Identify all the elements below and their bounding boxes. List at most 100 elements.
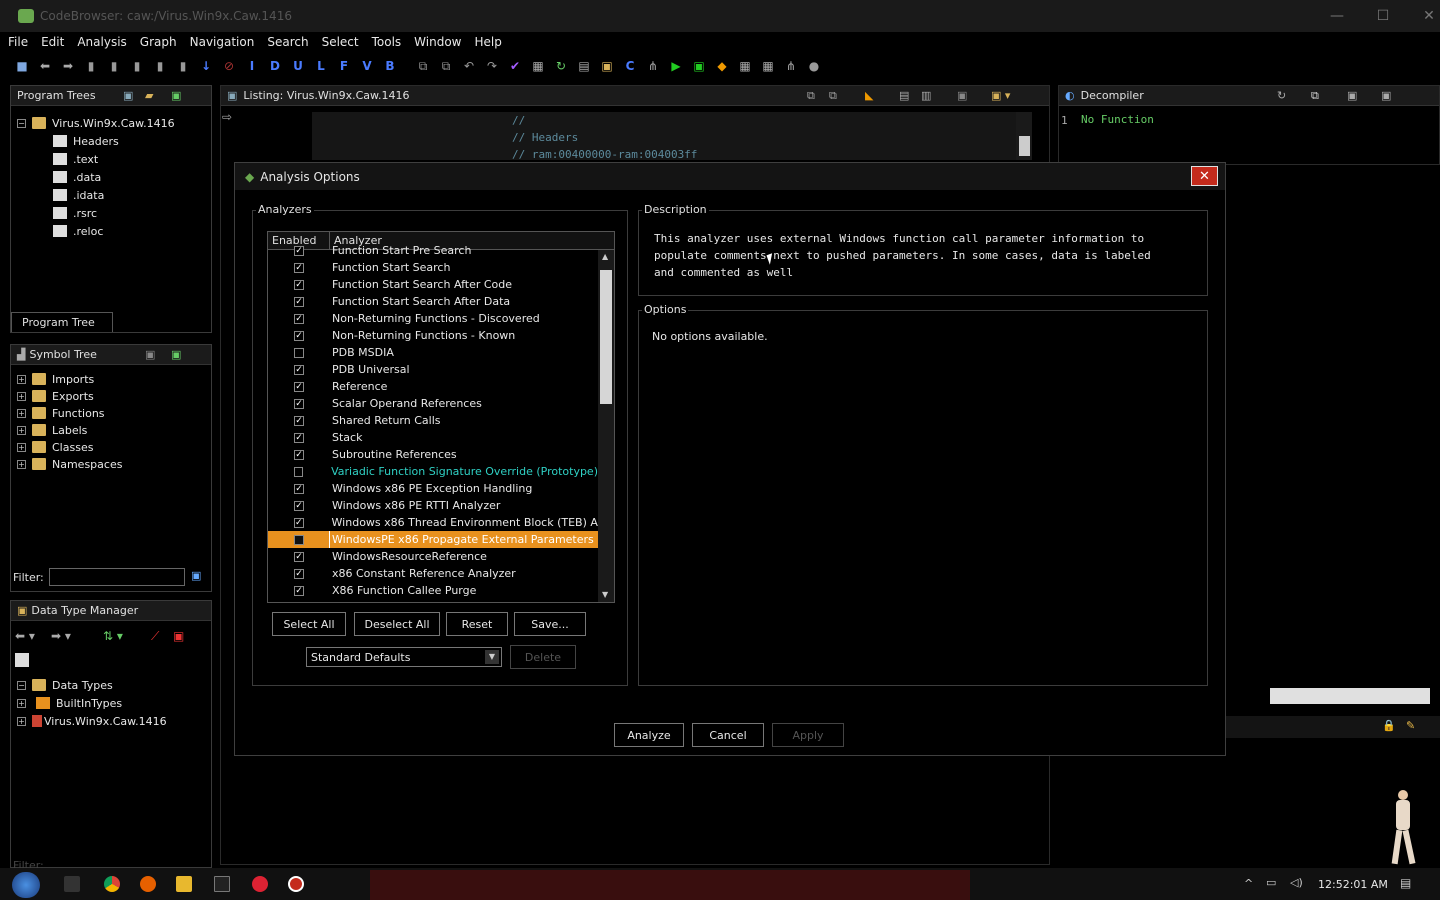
toolbar-f-icon[interactable]: F bbox=[336, 58, 352, 74]
analyzer-enabled-checkbox[interactable] bbox=[294, 347, 304, 358]
analyzer-enabled-checkbox[interactable]: ✓ bbox=[294, 398, 304, 409]
analyzer-enabled-checkbox[interactable] bbox=[294, 466, 304, 477]
forward-icon[interactable]: ➡ bbox=[60, 58, 76, 74]
analyzer-enabled-checkbox[interactable]: ✓ bbox=[294, 381, 304, 392]
analyzer-row[interactable]: ✓ Function Start Search After Code bbox=[268, 276, 598, 293]
analyzer-enabled-checkbox[interactable]: ✓ bbox=[294, 415, 304, 426]
chrome-icon[interactable] bbox=[104, 876, 120, 892]
profile-select[interactable]: Standard Defaults ▼ bbox=[306, 647, 502, 667]
menu-help[interactable]: Help bbox=[475, 35, 502, 49]
toolbar-b-icon[interactable]: B bbox=[382, 58, 398, 74]
copy-icon[interactable]: ⧉ bbox=[415, 58, 431, 74]
dtm-forward-icon[interactable]: ➡ ▾ bbox=[51, 629, 71, 643]
filter-clear-icon[interactable]: ▣ bbox=[191, 569, 201, 582]
menu-navigation[interactable]: Navigation bbox=[190, 35, 255, 49]
tool-icon-9[interactable]: ▦ bbox=[737, 58, 753, 74]
firefox-icon[interactable] bbox=[140, 876, 156, 892]
dtm-back-icon[interactable]: ⬅ ▾ bbox=[15, 629, 35, 643]
analyzer-row[interactable]: ✓ Windows x86 Thread Environment Block (T… bbox=[268, 514, 614, 531]
tool-icon-11[interactable]: ⋔ bbox=[783, 58, 799, 74]
listing-diff-icon[interactable]: ▥ bbox=[921, 89, 931, 102]
analyzer-enabled-checkbox[interactable]: ✓ bbox=[294, 279, 304, 290]
tool-icon-2[interactable]: ↻ bbox=[553, 58, 569, 74]
tool-icon-6[interactable]: ⋔ bbox=[645, 58, 661, 74]
tool-icon-7[interactable]: ▣ bbox=[691, 58, 707, 74]
save-icon[interactable]: ■ bbox=[14, 58, 30, 74]
expand-icon[interactable]: + bbox=[17, 391, 26, 401]
network-icon[interactable]: ▭ bbox=[1266, 876, 1276, 889]
minimize-icon[interactable]: — bbox=[1314, 0, 1360, 32]
decompiler-snapshot-icon[interactable]: ▣ bbox=[1381, 89, 1391, 102]
tool-icon-4[interactable]: ▣ bbox=[599, 58, 615, 74]
dtm-collapse-icon[interactable] bbox=[15, 653, 29, 667]
analyzer-row[interactable]: ✓ PDB Universal bbox=[268, 361, 598, 378]
symbol-functions[interactable]: + Functions bbox=[17, 404, 105, 422]
listing-snapshot-icon[interactable]: ▣ bbox=[957, 89, 967, 102]
analyzer-enabled-checkbox[interactable]: ✓ bbox=[294, 568, 304, 579]
symbol-import-icon[interactable]: ▣ bbox=[145, 348, 155, 361]
close-icon[interactable]: ✕ bbox=[1406, 0, 1440, 32]
analyzer-enabled-checkbox[interactable] bbox=[294, 534, 304, 545]
notifications-icon[interactable]: ▤ bbox=[1400, 876, 1411, 890]
scroll-down-icon[interactable]: ▼ bbox=[602, 590, 608, 599]
check-icon[interactable]: ✔ bbox=[507, 58, 523, 74]
analyzer-enabled-checkbox[interactable]: ✓ bbox=[294, 585, 304, 596]
redo-icon[interactable]: ↷ bbox=[484, 58, 500, 74]
nav-icon-3[interactable]: ▮ bbox=[129, 58, 145, 74]
delete-button[interactable]: Delete bbox=[510, 645, 576, 669]
menu-search[interactable]: Search bbox=[267, 35, 308, 49]
analyzer-enabled-checkbox[interactable]: ✓ bbox=[294, 245, 304, 256]
analyzer-enabled-checkbox[interactable]: ✓ bbox=[294, 330, 304, 341]
analyzer-enabled-checkbox[interactable]: ✓ bbox=[294, 296, 304, 307]
clock[interactable]: 12:52:01 AM bbox=[1318, 878, 1388, 891]
menu-tools[interactable]: Tools bbox=[372, 35, 402, 49]
menu-file[interactable]: File bbox=[8, 35, 28, 49]
analyzers-table[interactable]: Enabled Analyzer ✓ Function Start Pre Sea… bbox=[267, 231, 615, 603]
listing-cursor-icon[interactable]: ◣ bbox=[865, 89, 873, 102]
save-button[interactable]: Save... bbox=[514, 612, 586, 636]
dtm-builtin[interactable]: + BuiltInTypes bbox=[17, 694, 122, 712]
toolbar-i-icon[interactable]: I bbox=[244, 58, 260, 74]
tree-item-text[interactable]: .text bbox=[53, 150, 98, 168]
symbol-labels[interactable]: + Labels bbox=[17, 421, 87, 439]
dtm-sort-icon[interactable]: ⇅ ▾ bbox=[103, 629, 123, 643]
select-all-button[interactable]: Select All bbox=[272, 612, 346, 636]
toolbar-d-icon[interactable]: D bbox=[267, 58, 283, 74]
task-view-icon[interactable] bbox=[64, 876, 80, 892]
tray-chevron-icon[interactable]: ^ bbox=[1244, 877, 1253, 890]
decompiler-copy-icon[interactable]: ⧉ bbox=[1311, 89, 1319, 103]
analyzer-row[interactable]: ✓ Shared Return Calls bbox=[268, 412, 598, 429]
open-folder-icon[interactable]: ▰ bbox=[145, 89, 153, 102]
analyzer-row[interactable]: ✓ Function Start Pre Search bbox=[268, 242, 598, 259]
dtm-root[interactable]: − Data Types bbox=[17, 676, 113, 694]
tree-item-idata[interactable]: .idata bbox=[53, 186, 104, 204]
down-arrow-icon[interactable]: ↓ bbox=[198, 58, 214, 74]
tool-icon-10[interactable]: ▦ bbox=[760, 58, 776, 74]
lock-icon[interactable]: 🔒 bbox=[1382, 719, 1396, 732]
help-icon[interactable]: ● bbox=[806, 58, 822, 74]
maximize-icon[interactable]: ☐ bbox=[1360, 0, 1406, 32]
tool-icon-8[interactable]: ◆ bbox=[714, 58, 730, 74]
analyzer-enabled-checkbox[interactable]: ✓ bbox=[294, 551, 304, 562]
symbol-exports[interactable]: + Exports bbox=[17, 387, 94, 405]
listing-paste-icon[interactable]: ⧉ bbox=[829, 89, 837, 103]
run-icon[interactable]: ▶ bbox=[668, 58, 684, 74]
analyzer-row[interactable]: ✓ Windows x86 PE Exception Handling bbox=[268, 480, 598, 497]
analyzer-enabled-checkbox[interactable]: ✓ bbox=[294, 449, 304, 460]
analyzer-enabled-checkbox[interactable]: ✓ bbox=[294, 517, 304, 528]
analyzer-row[interactable]: ✓ Function Start Search bbox=[268, 259, 598, 276]
symbol-namespaces[interactable]: + Namespaces bbox=[17, 455, 122, 473]
ghidra-task-icon[interactable] bbox=[288, 876, 304, 892]
analyzer-enabled-checkbox[interactable]: ✓ bbox=[294, 262, 304, 273]
terminal-icon[interactable] bbox=[214, 876, 230, 892]
listing-options-icon[interactable]: ▣ ▾ bbox=[991, 89, 1010, 102]
tab-program-tree[interactable]: Program Tree bbox=[11, 312, 113, 332]
tree-item-reloc[interactable]: .reloc bbox=[53, 222, 103, 240]
tool-icon-5[interactable]: C bbox=[622, 58, 638, 74]
analyzer-enabled-checkbox[interactable]: ✓ bbox=[294, 432, 304, 443]
tree-item-data[interactable]: .data bbox=[53, 168, 101, 186]
nav-icon-4[interactable]: ▮ bbox=[152, 58, 168, 74]
listing-copy-icon[interactable]: ⧉ bbox=[807, 89, 815, 103]
decompiler-export-icon[interactable]: ▣ bbox=[1347, 89, 1357, 102]
analyze-button[interactable]: Analyze bbox=[614, 723, 684, 747]
